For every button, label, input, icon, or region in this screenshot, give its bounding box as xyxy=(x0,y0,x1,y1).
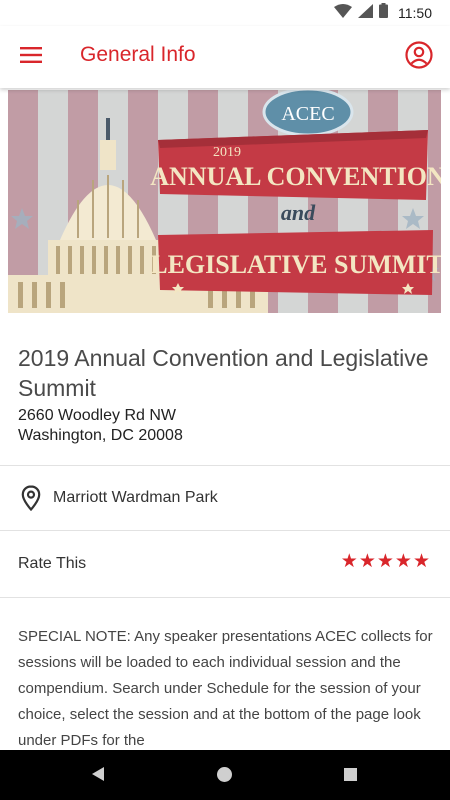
banner-line2: LEGISLATIVE SUMMIT xyxy=(150,250,441,279)
banner-year: 2019 xyxy=(213,145,241,160)
status-bar: 11:50 xyxy=(0,0,450,26)
divider xyxy=(0,597,450,598)
location-row[interactable]: Marriott Wardman Park xyxy=(0,466,450,530)
profile-button[interactable] xyxy=(402,40,436,74)
location-name: Marriott Wardman Park xyxy=(53,489,218,506)
banner-line1: ANNUAL CONVENTION xyxy=(150,162,441,191)
address-line-2: Washington, DC 20008 xyxy=(18,427,183,444)
page-title: General Info xyxy=(80,43,196,66)
wifi-icon xyxy=(334,3,352,23)
signal-icon xyxy=(358,3,373,23)
banner-conjunction: and xyxy=(281,200,316,225)
star-icon[interactable]: ★ xyxy=(359,552,376,572)
star-icon[interactable]: ★ xyxy=(377,552,394,572)
rate-label: Rate This xyxy=(18,555,87,572)
back-icon[interactable] xyxy=(92,767,104,781)
menu-button[interactable] xyxy=(14,41,48,73)
battery-icon xyxy=(379,3,388,23)
star-rating[interactable]: ★ ★ ★ ★ ★ xyxy=(341,552,430,572)
event-address: 2660 Woodley Rd NW Washington, DC 20008 xyxy=(18,406,183,446)
account-circle-icon xyxy=(405,40,433,74)
event-banner-image: ACEC 2019 ANNUAL CONVENTION and LEGISLAT… xyxy=(8,90,441,313)
event-title: 2019 Annual Convention and Legislative S… xyxy=(18,345,429,401)
home-icon[interactable] xyxy=(217,767,232,782)
status-time: 11:50 xyxy=(398,5,432,21)
location-pin-icon xyxy=(21,485,41,516)
address-line-1: 2660 Woodley Rd NW xyxy=(18,407,176,424)
status-icons: 11:50 xyxy=(334,0,432,26)
content-scroll[interactable]: ACEC 2019 ANNUAL CONVENTION and LEGISLAT… xyxy=(0,88,450,750)
acec-logo-text: ACEC xyxy=(281,103,334,125)
app-bar: General Info xyxy=(0,26,450,88)
special-note: SPECIAL NOTE: Any speaker presentations … xyxy=(18,628,433,749)
recent-apps-icon[interactable] xyxy=(344,768,357,781)
star-icon[interactable]: ★ xyxy=(341,552,358,572)
system-nav-bar xyxy=(0,750,450,800)
hamburger-menu-icon xyxy=(20,46,42,68)
star-icon[interactable]: ★ xyxy=(395,552,412,572)
star-icon[interactable]: ★ xyxy=(413,552,430,572)
rating-row: Rate This ★ ★ ★ ★ ★ xyxy=(0,531,450,597)
